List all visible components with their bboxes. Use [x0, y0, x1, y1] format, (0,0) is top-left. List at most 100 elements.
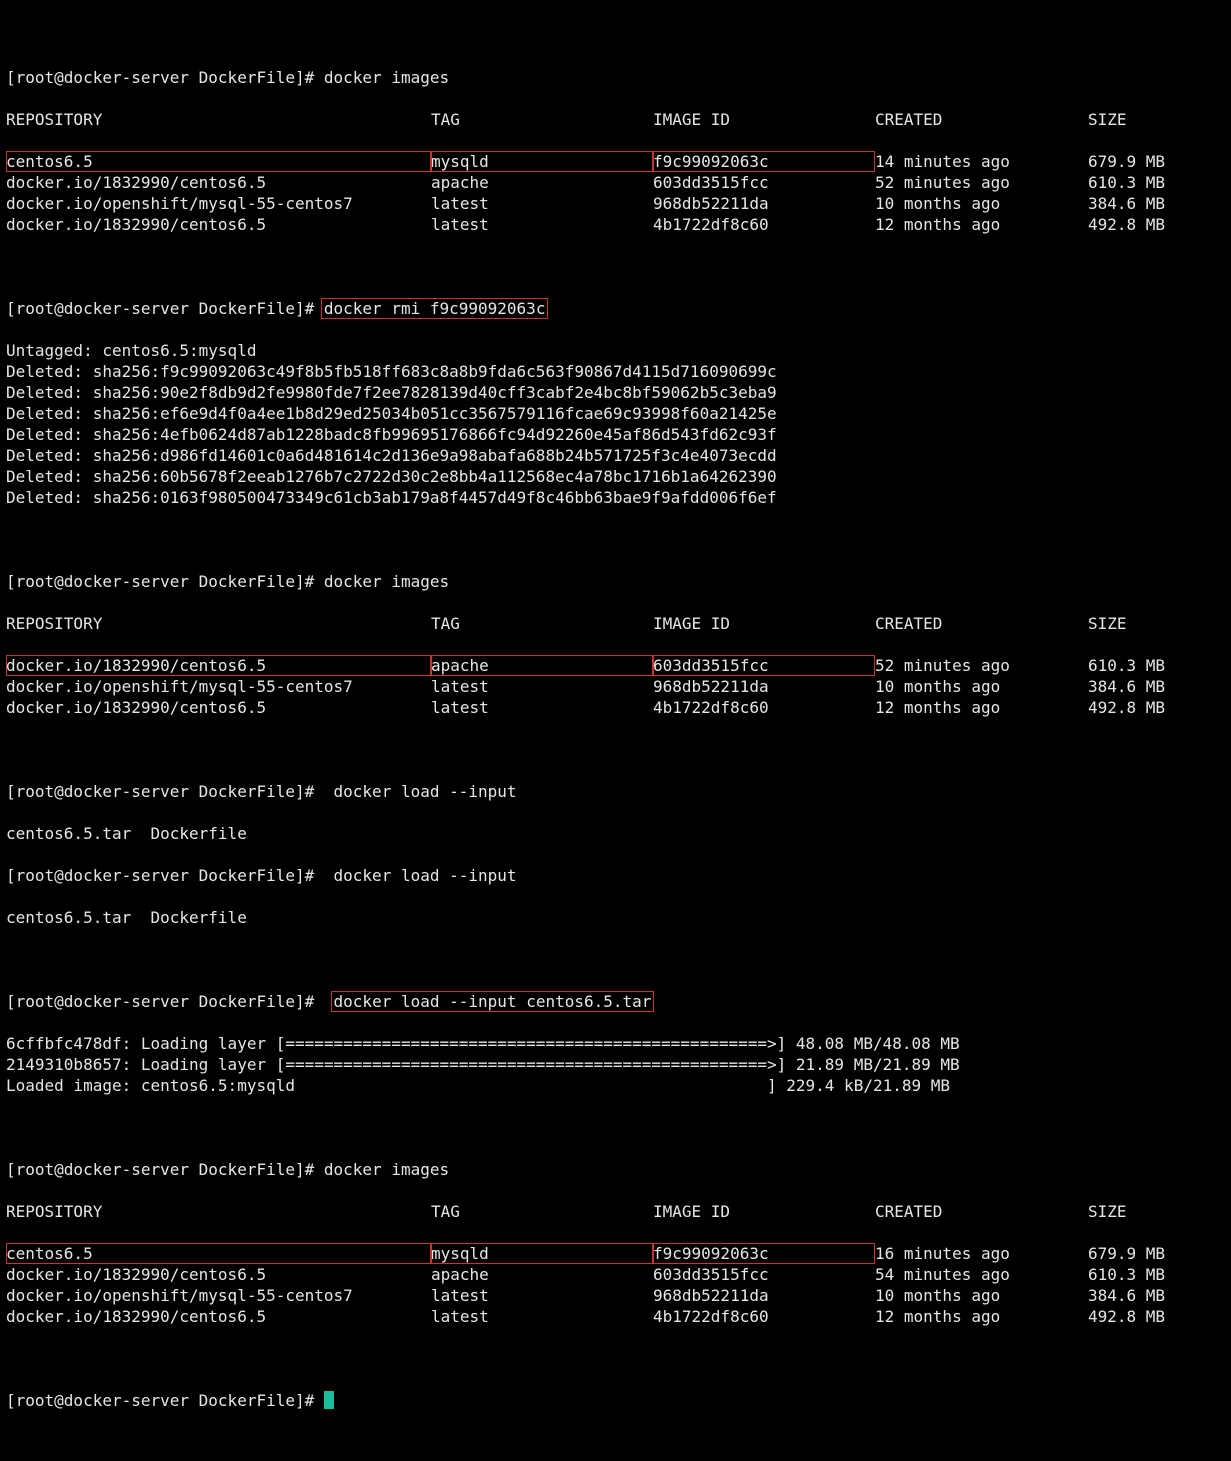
prompt: [root@docker-server DockerFile]# [6, 1160, 324, 1179]
table-header: REPOSITORYTAGIMAGE IDCREATEDSIZE [6, 613, 1225, 634]
cell-tag: latest [431, 193, 653, 214]
col-size: SIZE [1088, 613, 1127, 634]
cell-repository: docker.io/openshift/mysql-55-centos7 [6, 1285, 431, 1306]
cell-tag: latest [431, 1306, 653, 1327]
prompt: [root@docker-server DockerFile]# [6, 866, 324, 885]
cell-size: 492.8 MB [1088, 697, 1165, 718]
col-repository: REPOSITORY [6, 1201, 431, 1222]
cell-repository: docker.io/1832990/centos6.5 [6, 697, 431, 718]
table-header: REPOSITORYTAGIMAGE IDCREATEDSIZE [6, 109, 1225, 130]
command-text: docker load --input [324, 782, 517, 801]
cell-tag: latest [431, 697, 653, 718]
tab-completion: centos6.5.tar Dockerfile [6, 907, 1225, 928]
cell-repository: centos6.5 [6, 1243, 431, 1264]
cell-repository: docker.io/1832990/centos6.5 [6, 1264, 431, 1285]
cell-created: 12 months ago [875, 214, 1088, 235]
col-image-id: IMAGE ID [653, 109, 875, 130]
output-line: Loaded image: centos6.5:mysqld ] 229.4 k… [6, 1075, 1225, 1096]
cell-image-id: 603dd3515fcc [653, 1264, 875, 1285]
cell-tag: apache [431, 1264, 653, 1285]
cell-tag: latest [431, 1285, 653, 1306]
cell-created: 54 minutes ago [875, 1264, 1088, 1285]
cursor-icon [324, 1391, 334, 1409]
cell-image-id: 4b1722df8c60 [653, 697, 875, 718]
col-tag: TAG [431, 613, 653, 634]
cell-image-id: 603dd3515fcc [653, 655, 875, 676]
output-line: Deleted: sha256:4efb0624d87ab1228badc8fb… [6, 424, 1225, 445]
cell-repository: docker.io/1832990/centos6.5 [6, 655, 431, 676]
table-row: docker.io/1832990/centos6.5apache603dd35… [6, 1264, 1225, 1285]
output-line: 6cffbfc478df: Loading layer [===========… [6, 1033, 1225, 1054]
command-line: [root@docker-server DockerFile]# docker … [6, 865, 1225, 886]
command-text: docker load --input [324, 866, 517, 885]
table-row: docker.io/1832990/centos6.5apache603dd35… [6, 655, 1225, 676]
cell-size: 610.3 MB [1088, 1264, 1165, 1285]
command-line[interactable]: [root@docker-server DockerFile]# [6, 1390, 1225, 1411]
cell-tag: mysqld [431, 151, 653, 172]
col-image-id: IMAGE ID [653, 1201, 875, 1222]
prompt: [root@docker-server DockerFile]# [6, 299, 324, 318]
cell-created: 12 months ago [875, 1306, 1088, 1327]
cell-repository: docker.io/1832990/centos6.5 [6, 214, 431, 235]
cell-size: 384.6 MB [1088, 676, 1165, 697]
table-row: docker.io/openshift/mysql-55-centos7late… [6, 1285, 1225, 1306]
cell-tag: apache [431, 172, 653, 193]
prompt: [root@docker-server DockerFile]# [6, 992, 324, 1011]
cell-size: 492.8 MB [1088, 214, 1165, 235]
output-line: Untagged: centos6.5:mysqld [6, 340, 1225, 361]
output-line: Deleted: sha256:f9c99092063c49f8b5fb518f… [6, 361, 1225, 382]
table-row: docker.io/1832990/centos6.5latest4b1722d… [6, 214, 1225, 235]
col-size: SIZE [1088, 109, 1127, 130]
prompt: [root@docker-server DockerFile]# [6, 572, 324, 591]
cell-created: 12 months ago [875, 697, 1088, 718]
command-text: docker load --input centos6.5.tar [331, 991, 655, 1012]
cell-image-id: 4b1722df8c60 [653, 214, 875, 235]
output-line: Deleted: sha256:d986fd14601c0a6d481614c2… [6, 445, 1225, 466]
cell-repository: docker.io/1832990/centos6.5 [6, 172, 431, 193]
command-line: [root@docker-server DockerFile]# docker … [6, 67, 1225, 88]
cell-image-id: 4b1722df8c60 [653, 1306, 875, 1327]
cell-created: 52 minutes ago [875, 655, 1088, 676]
cell-repository: centos6.5 [6, 151, 431, 172]
cell-size: 610.3 MB [1088, 655, 1165, 676]
prompt: [root@docker-server DockerFile]# [6, 68, 324, 87]
cell-repository: docker.io/1832990/centos6.5 [6, 1306, 431, 1327]
prompt: [root@docker-server DockerFile]# [6, 782, 324, 801]
col-created: CREATED [875, 1201, 1088, 1222]
cell-image-id: 968db52211da [653, 193, 875, 214]
cell-image-id: 968db52211da [653, 676, 875, 697]
command-line: [root@docker-server DockerFile]# docker … [6, 298, 1225, 319]
table-row: docker.io/1832990/centos6.5apache603dd35… [6, 172, 1225, 193]
cell-size: 610.3 MB [1088, 172, 1165, 193]
output-line: Deleted: sha256:ef6e9d4f0a4ee1b8d29ed250… [6, 403, 1225, 424]
cell-tag: apache [431, 655, 653, 676]
table-row: centos6.5mysqldf9c99092063c14 minutes ag… [6, 151, 1225, 172]
col-size: SIZE [1088, 1201, 1127, 1222]
command-text: docker images [324, 68, 449, 87]
cell-image-id: f9c99092063c [653, 1243, 875, 1264]
table-row: docker.io/openshift/mysql-55-centos7late… [6, 676, 1225, 697]
output-line: Deleted: sha256:0163f980500473349c61cb3a… [6, 487, 1225, 508]
terminal[interactable]: [root@docker-server DockerFile]# docker … [0, 0, 1231, 1461]
command-line: [root@docker-server DockerFile]# docker … [6, 781, 1225, 802]
col-tag: TAG [431, 1201, 653, 1222]
col-image-id: IMAGE ID [653, 613, 875, 634]
command-line: [root@docker-server DockerFile]# docker … [6, 991, 1225, 1012]
cell-image-id: 968db52211da [653, 1285, 875, 1306]
cell-created: 16 minutes ago [875, 1243, 1088, 1264]
cell-image-id: 603dd3515fcc [653, 172, 875, 193]
cell-repository: docker.io/openshift/mysql-55-centos7 [6, 193, 431, 214]
command-text: docker rmi f9c99092063c [321, 298, 549, 319]
table-row: docker.io/openshift/mysql-55-centos7late… [6, 193, 1225, 214]
cell-repository: docker.io/openshift/mysql-55-centos7 [6, 676, 431, 697]
table-row: docker.io/1832990/centos6.5latest4b1722d… [6, 1306, 1225, 1327]
cell-size: 492.8 MB [1088, 1306, 1165, 1327]
col-created: CREATED [875, 613, 1088, 634]
col-repository: REPOSITORY [6, 109, 431, 130]
col-tag: TAG [431, 109, 653, 130]
command-text: docker images [324, 572, 449, 591]
col-created: CREATED [875, 109, 1088, 130]
output-line: Deleted: sha256:60b5678f2eeab1276b7c2722… [6, 466, 1225, 487]
command-line: [root@docker-server DockerFile]# docker … [6, 571, 1225, 592]
cell-created: 10 months ago [875, 676, 1088, 697]
